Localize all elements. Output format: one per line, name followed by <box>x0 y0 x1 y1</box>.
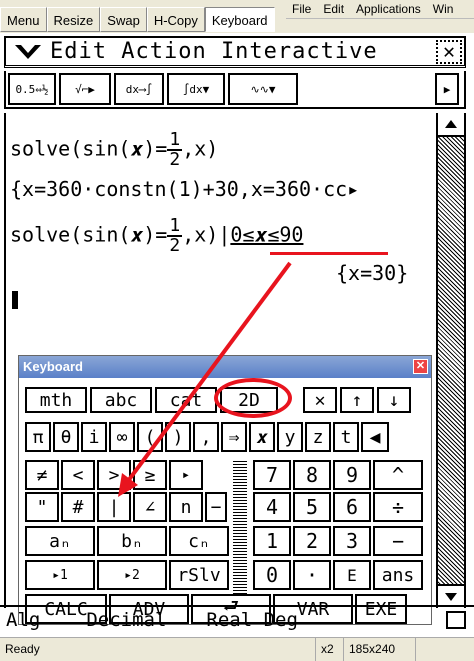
app-menubar: Edit Action Interactive ✕ <box>4 36 466 68</box>
key-greater-equal[interactable]: ≥ <box>133 460 167 490</box>
menu-item-hcopy[interactable]: H-Copy <box>146 7 205 32</box>
condition-text: 0≤𝒙≤90 <box>230 222 304 247</box>
key-7[interactable]: 7 <box>253 460 291 490</box>
key-arrow-right[interactable]: ▸ <box>169 460 203 490</box>
annotation-underline <box>270 252 388 255</box>
toolbar-scroll-right-icon[interactable]: ▶ <box>435 73 459 105</box>
key-not-equal[interactable]: ≠ <box>25 460 59 490</box>
tab-abc[interactable]: abc <box>90 387 152 413</box>
key-close-paren[interactable]: ) <box>165 422 191 452</box>
menu-item-file[interactable]: File <box>286 0 317 18</box>
key-exp[interactable]: E <box>333 560 371 590</box>
main-menu-icon[interactable] <box>6 39 50 65</box>
integral-button[interactable]: ∫dx▼ <box>167 73 225 105</box>
size-text: 185x240 <box>344 638 416 661</box>
key-t[interactable]: t <box>333 422 359 452</box>
window-menubar: Menu Resize Swap H-Copy Keyboard File Ed… <box>0 0 474 36</box>
key-2[interactable]: 2 <box>293 526 331 556</box>
key-bn[interactable]: bₙ <box>97 526 167 556</box>
keyboard-title: Keyboard ✕ <box>19 356 431 378</box>
key-ans[interactable]: ans <box>373 560 423 590</box>
key-0[interactable]: 0 <box>253 560 291 590</box>
entry-line-1[interactable]: solve(sin(𝒙)= 1 2 ,x) <box>10 131 218 169</box>
key-comma[interactable]: , <box>193 422 219 452</box>
annotation-circle <box>214 378 292 418</box>
menu-item-menu[interactable]: Menu <box>0 7 47 32</box>
tab-cat[interactable]: cat <box>155 387 217 413</box>
tab-close-icon[interactable]: ✕ <box>303 387 337 413</box>
key-implies[interactable]: ⇒ <box>221 422 247 452</box>
key-theta[interactable]: θ <box>53 422 79 452</box>
key-cn[interactable]: cₙ <box>169 526 229 556</box>
key-4[interactable]: 4 <box>253 492 291 522</box>
key-quote[interactable]: " <box>25 492 59 522</box>
ready-text: Ready <box>0 638 316 661</box>
menu-item-swap[interactable]: Swap <box>100 7 147 32</box>
key-x[interactable]: 𝒙 <box>249 422 275 452</box>
graph-button[interactable]: ∿∿▼ <box>228 73 298 105</box>
keyboard-divider <box>233 460 247 594</box>
battery-icon <box>446 611 466 629</box>
menu-item-win[interactable]: Win <box>427 0 460 18</box>
key-6[interactable]: 6 <box>333 492 371 522</box>
calculator-screen: Edit Action Interactive ✕ 0.5⇔½ √⌐▶ dx⟶∫… <box>0 33 474 661</box>
window-statusbar: Ready x2 185x240 <box>0 637 474 661</box>
key-minus[interactable]: − <box>373 526 423 556</box>
tab-mth[interactable]: mth <box>25 387 87 413</box>
key-n[interactable]: n <box>169 492 203 522</box>
menu-item-edit[interactable]: Edit <box>317 0 350 18</box>
key-8[interactable]: 8 <box>293 460 331 490</box>
key-open-paren[interactable]: ( <box>137 422 163 452</box>
key-seq-2[interactable]: ▸2 <box>97 560 167 590</box>
key-hash[interactable]: # <box>61 492 95 522</box>
key-divide[interactable]: ÷ <box>373 492 423 522</box>
tab-down-icon[interactable]: ↓ <box>377 387 411 413</box>
work-scrollbar[interactable] <box>436 113 464 608</box>
key-infinity[interactable]: ∞ <box>109 422 135 452</box>
key-greater[interactable]: > <box>97 460 131 490</box>
key-5[interactable]: 5 <box>293 492 331 522</box>
key-an[interactable]: aₙ <box>25 526 95 556</box>
menu-item-applications[interactable]: Applications <box>350 0 427 18</box>
scroll-up-icon[interactable] <box>438 113 464 137</box>
key-power[interactable]: ^ <box>373 460 423 490</box>
key-i[interactable]: i <box>81 422 107 452</box>
emulator-menu: Menu Resize Swap H-Copy Keyboard <box>0 7 275 32</box>
diff-button[interactable]: dx⟶∫ <box>114 73 164 105</box>
key-9[interactable]: 9 <box>333 460 371 490</box>
key-dot[interactable]: · <box>293 560 331 590</box>
fraction-decimal-button[interactable]: 0.5⇔½ <box>8 73 56 105</box>
key-3[interactable]: 3 <box>333 526 371 556</box>
app-menus[interactable]: Edit Action Interactive <box>50 39 378 64</box>
result-line-2: {x=30} <box>336 261 409 285</box>
mode-status[interactable]: Alg <box>6 609 40 631</box>
result-line-1: {x=360·constn(1)+30,x=360·cc▸ <box>10 177 360 201</box>
close-icon[interactable]: ✕ <box>436 40 462 64</box>
key-1[interactable]: 1 <box>253 526 291 556</box>
keyboard-close-icon[interactable]: ✕ <box>413 359 428 374</box>
toolbar: 0.5⇔½ √⌐▶ dx⟶∫ ∫dx▼ ∿∿▼ ▶ <box>4 71 466 109</box>
key-pi[interactable]: π <box>25 422 51 452</box>
menu-item-keyboard[interactable]: Keyboard <box>204 7 275 32</box>
status-bar: Alg Decimal Real Deg <box>0 605 474 633</box>
host-menu: File Edit Applications Win <box>286 0 474 19</box>
entry-line-2[interactable]: solve(sin(𝒙)= 1 2 ,x)|0≤𝒙≤90 <box>10 217 303 255</box>
key-z[interactable]: z <box>305 422 331 452</box>
key-less[interactable]: < <box>61 460 95 490</box>
input-cursor <box>12 291 18 309</box>
simplify-button[interactable]: √⌐▶ <box>59 73 111 105</box>
key-pipe[interactable]: | <box>97 492 131 522</box>
menu-item-resize[interactable]: Resize <box>46 7 101 32</box>
key-y[interactable]: y <box>277 422 303 452</box>
key-seq-1[interactable]: ▸1 <box>25 560 95 590</box>
angle-status[interactable]: Real Deg <box>206 609 298 631</box>
key-angle[interactable]: ∠ <box>133 492 167 522</box>
backspace-icon[interactable]: ◀ <box>361 422 389 452</box>
key-minus-left[interactable]: − <box>205 492 227 522</box>
zoom-text: x2 <box>316 638 344 661</box>
tab-up-icon[interactable]: ↑ <box>340 387 374 413</box>
format-status[interactable]: Decimal <box>86 609 166 631</box>
key-rslv[interactable]: rSlv <box>169 560 229 590</box>
